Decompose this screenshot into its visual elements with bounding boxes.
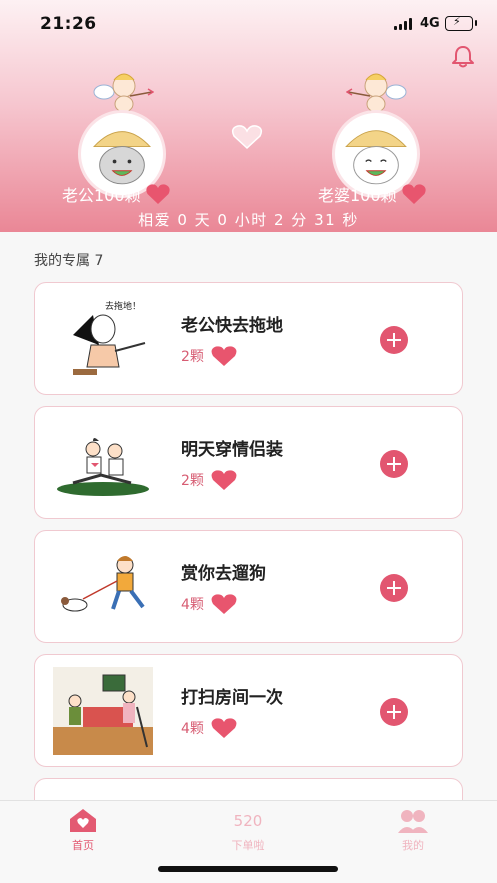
together-timer: 相爱 0 天 0 小时 2 分 31 秒 — [138, 211, 359, 229]
couple-profile-icon — [398, 810, 428, 833]
task-card[interactable]: 赏你去遛狗 4颗 — [34, 530, 463, 643]
heart-icon — [211, 346, 237, 366]
illustration-caption: 去拖地！ — [105, 300, 141, 312]
add-task-button[interactable] — [380, 326, 408, 354]
task-points: 2颗 — [181, 469, 238, 491]
heart-icon — [211, 594, 237, 614]
task-card[interactable]: 明天穿情侣装 2颗 — [34, 406, 463, 519]
add-task-button[interactable] — [380, 574, 408, 602]
task-card[interactable]: 去拖地！ 老公快去拖地 2颗 — [34, 282, 463, 395]
heart-icon — [211, 718, 237, 738]
tab-order-label: 下单啦 — [231, 839, 265, 852]
heart-icon — [231, 125, 263, 150]
signal-icon — [394, 18, 414, 30]
task-points-value: 4颗 — [181, 721, 204, 737]
tab-order-icon-text: 520 — [234, 812, 263, 830]
task-title: 赏你去遛狗 — [181, 564, 266, 584]
couple-outfit-illustration — [57, 438, 149, 496]
home-indicator — [158, 866, 338, 872]
task-points: 4颗 — [181, 593, 238, 615]
status-time: 21:26 — [40, 14, 97, 34]
task-points-value: 2颗 — [181, 473, 204, 489]
wife-points-label: 老婆100颗 — [318, 186, 397, 205]
husband-points-label: 老公100颗 — [62, 186, 141, 205]
header: 21:26 4G ⚡ 老公100颗 老婆100颗 相爱 0 天 0 小时 2 分… — [0, 0, 497, 232]
520-icon: 520 — [234, 812, 263, 830]
status-bar: 21:26 4G ⚡ — [0, 0, 497, 48]
task-title: 打扫房间一次 — [181, 688, 283, 708]
walk-dog-illustration — [61, 556, 145, 612]
task-points-value: 2颗 — [181, 349, 204, 365]
husband-points: 老公100颗 — [62, 182, 171, 206]
battery-icon: ⚡ — [445, 15, 477, 31]
heart-icon — [211, 470, 237, 490]
task-points: 4颗 — [181, 717, 238, 739]
home-icon — [70, 809, 96, 832]
heart-icon — [401, 184, 426, 204]
tab-home-label: 首页 — [72, 839, 94, 852]
network-label: 4G — [420, 16, 440, 31]
section-title: 我的专属 7 — [34, 253, 104, 269]
add-task-button[interactable] — [380, 698, 408, 726]
tab-home[interactable]: 首页 — [38, 807, 128, 853]
heart-icon — [145, 184, 170, 204]
task-points-value: 4颗 — [181, 597, 204, 613]
task-card[interactable]: 打扫房间一次 4颗 — [34, 654, 463, 767]
task-title: 老公快去拖地 — [181, 316, 283, 336]
bell-icon[interactable] — [450, 44, 476, 70]
tab-mine[interactable]: 我的 — [368, 807, 458, 853]
clean-room-illustration — [53, 667, 153, 755]
task-title: 明天穿情侣装 — [181, 440, 283, 460]
task-points: 2颗 — [181, 345, 238, 367]
mop-floor-illustration: 去拖地！ — [73, 300, 146, 375]
tab-order[interactable]: 520 下单啦 — [203, 807, 293, 853]
wife-points: 老婆100颗 — [318, 182, 427, 206]
add-task-button[interactable] — [380, 450, 408, 478]
tab-mine-label: 我的 — [402, 839, 424, 852]
